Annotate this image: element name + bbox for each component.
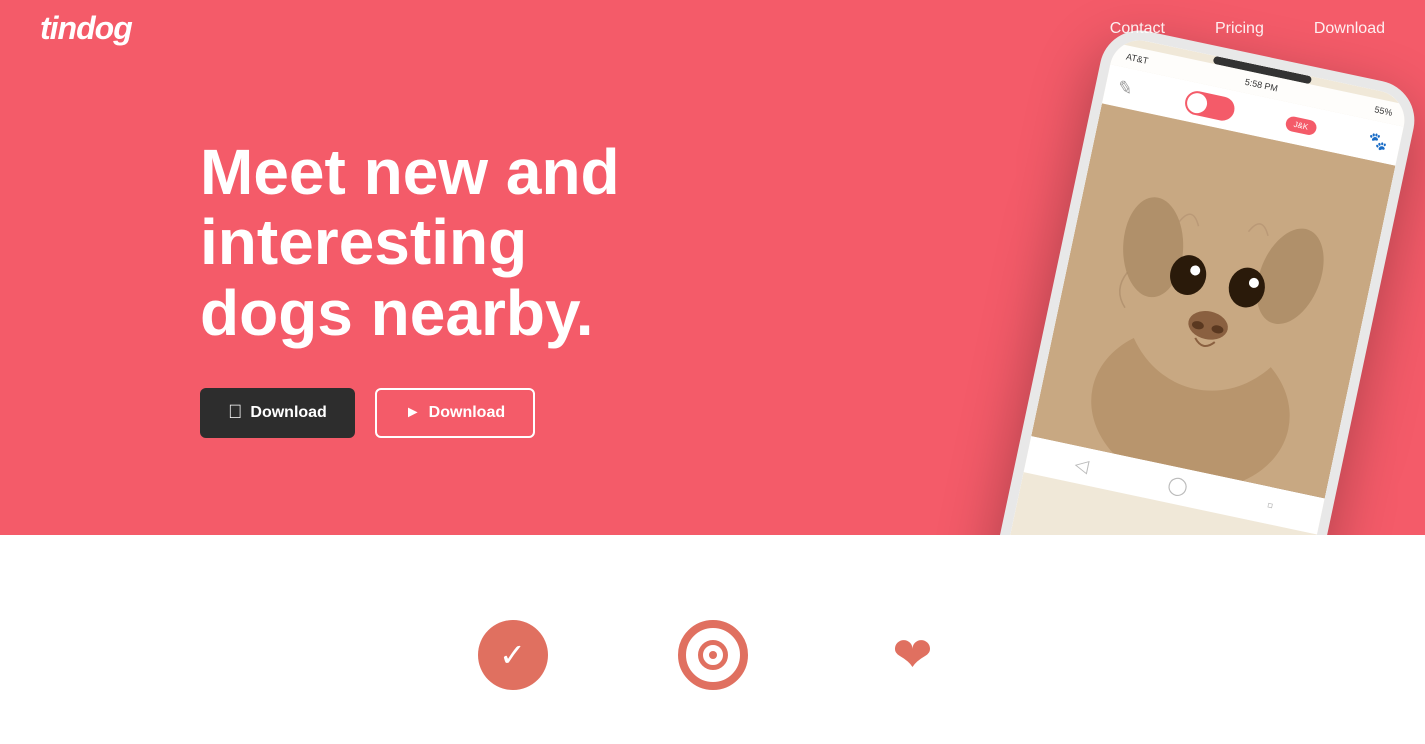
hero-section: Meet new and interesting dogs nearby.  …	[0, 0, 1425, 535]
target-inner-ring	[698, 640, 728, 670]
site-logo[interactable]: tindog	[40, 10, 132, 47]
feature-target	[673, 615, 753, 695]
phone-profile-icon: ✎	[1116, 76, 1135, 100]
target-dot	[709, 651, 717, 659]
target-icon-container	[673, 615, 753, 695]
phone-screen: AT&T 5:58 PM 55% ✎ J&K 🐾	[1000, 35, 1410, 535]
google-play-icon: ►	[405, 404, 421, 422]
phone-paw-icon: 🐾	[1366, 130, 1390, 154]
target-icon	[678, 620, 748, 690]
apple-icon: 	[228, 402, 242, 424]
phone-dog-image	[1031, 103, 1395, 498]
phone-toggle[interactable]	[1182, 89, 1236, 123]
phone-time: 5:58 PM	[1244, 77, 1279, 94]
features-section: ✓ ❤	[0, 535, 1425, 735]
heart-icon: ❤	[878, 620, 948, 690]
heart-icon-container: ❤	[873, 615, 953, 695]
phone-back-icon: ◁	[1073, 454, 1091, 477]
apple-download-label: Download	[250, 404, 326, 422]
nav-pricing[interactable]: Pricing	[1215, 20, 1264, 38]
check-icon: ✓	[478, 620, 548, 690]
apple-download-button[interactable]:  Download	[200, 388, 355, 438]
phone-mockup-container: AT&T 5:58 PM 55% ✎ J&K 🐾	[925, 20, 1425, 535]
hero-content: Meet new and interesting dogs nearby.  …	[0, 37, 720, 498]
google-download-label: Download	[429, 404, 505, 422]
check-icon-container: ✓	[473, 615, 553, 695]
phone-mockup: AT&T 5:58 PM 55% ✎ J&K 🐾	[988, 23, 1422, 535]
hero-title: Meet new and interesting dogs nearby.	[200, 137, 680, 348]
phone-tag: J&K	[1284, 115, 1317, 136]
nav-download[interactable]: Download	[1314, 20, 1385, 38]
phone-menu-icon: ▫	[1265, 495, 1276, 517]
navbar: tindog Contact Pricing Download	[0, 0, 1425, 57]
feature-check: ✓	[473, 615, 553, 695]
hero-buttons:  Download ► Download	[200, 388, 680, 438]
phone-toggle-knob	[1185, 91, 1209, 115]
nav-links: Contact Pricing Download	[1110, 20, 1385, 38]
feature-heart: ❤	[873, 615, 953, 695]
phone-battery: 55%	[1374, 104, 1394, 118]
nav-contact[interactable]: Contact	[1110, 20, 1165, 38]
phone-home-icon: ◯	[1166, 474, 1190, 499]
google-download-button[interactable]: ► Download	[375, 388, 535, 438]
